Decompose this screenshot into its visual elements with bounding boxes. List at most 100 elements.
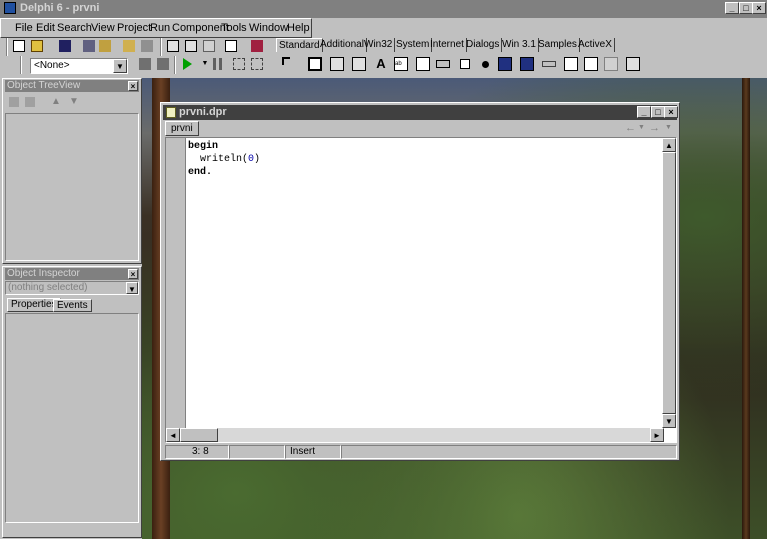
- popup-menu-icon: [352, 57, 366, 71]
- horizontal-scrollbar[interactable]: ◄ ►: [166, 428, 664, 442]
- chevron-down-icon[interactable]: ▼: [665, 124, 672, 131]
- forward-arrow-icon[interactable]: →: [649, 122, 660, 134]
- palette-radiogroup[interactable]: [582, 55, 600, 73]
- editor-maximize-button[interactable]: □: [651, 106, 665, 118]
- palette-tab-standard[interactable]: Standard: [276, 38, 323, 52]
- palette-main-menu[interactable]: [328, 55, 346, 73]
- code-editor[interactable]: begin writeln(0) end. ▲ ▼ ◄ ►: [165, 137, 677, 443]
- palette-tab-win32[interactable]: Win32: [362, 38, 396, 52]
- palette-scrollbar[interactable]: [540, 55, 558, 73]
- treeview-list[interactable]: [5, 113, 139, 261]
- palette-actionlist[interactable]: [624, 55, 642, 73]
- property-grid[interactable]: [5, 313, 139, 523]
- horizontal-scroll-thumb[interactable]: [180, 428, 218, 442]
- palette-tab-dialogs[interactable]: Dialogs: [464, 38, 503, 52]
- palette-label[interactable]: A: [372, 55, 390, 73]
- close-icon[interactable]: ×: [128, 269, 138, 279]
- maximize-button[interactable]: □: [739, 2, 753, 14]
- menu-tools[interactable]: Tools: [221, 22, 247, 34]
- menu-project[interactable]: Project: [117, 22, 151, 34]
- vertical-scrollbar[interactable]: ▲ ▼: [662, 138, 676, 428]
- debug-desktop-icon: [157, 58, 169, 70]
- status-message: [341, 445, 677, 459]
- tab-prvni[interactable]: prvni: [165, 121, 199, 136]
- palette-memo[interactable]: [414, 55, 432, 73]
- desktop-layout-combo[interactable]: <None> ▼: [30, 58, 128, 74]
- chevron-down-icon[interactable]: ▼: [638, 124, 645, 131]
- palette-edit[interactable]: ab: [392, 55, 410, 73]
- palette-tab-additional[interactable]: Additional: [318, 38, 367, 52]
- palette-panel[interactable]: [602, 55, 620, 73]
- palette-tab-internet[interactable]: Internet: [428, 38, 467, 52]
- editor-close-button[interactable]: ×: [664, 106, 678, 118]
- new-item-icon[interactable]: [9, 97, 19, 107]
- open-button[interactable]: [28, 38, 46, 54]
- palette-tab-win31[interactable]: Win 3.1: [500, 38, 539, 52]
- tab-events[interactable]: Events: [53, 299, 92, 312]
- new-button[interactable]: [10, 38, 28, 54]
- view-form-button[interactable]: [182, 38, 200, 54]
- run-play-icon: [183, 58, 192, 70]
- remove-from-project-button[interactable]: [138, 38, 156, 54]
- scroll-left-icon[interactable]: ◄: [166, 428, 180, 442]
- help-contents-button[interactable]: [248, 38, 266, 54]
- keyword: end.: [188, 167, 213, 178]
- palette-pointer[interactable]: [280, 55, 298, 73]
- save-desktop-button[interactable]: [136, 56, 154, 72]
- editor-minimize-button[interactable]: _: [637, 106, 651, 118]
- object-inspector-title: Object Inspector: [7, 268, 80, 279]
- scroll-down-icon[interactable]: ▼: [662, 414, 676, 428]
- vertical-scroll-thumb[interactable]: [662, 152, 676, 414]
- step-over-button[interactable]: [248, 56, 266, 72]
- trace-into-button[interactable]: [230, 56, 248, 72]
- palette-groupbox[interactable]: [562, 55, 580, 73]
- delphi-app-icon[interactable]: [4, 2, 16, 14]
- add-to-project-button[interactable]: [120, 38, 138, 54]
- code-text[interactable]: begin writeln(0) end.: [188, 140, 260, 179]
- view-unit-button[interactable]: [164, 38, 182, 54]
- move-up-icon[interactable]: ▲: [51, 96, 61, 107]
- palette-radiobutton[interactable]: [476, 55, 494, 73]
- menu-search[interactable]: Search: [57, 22, 92, 34]
- palette-button[interactable]: [434, 55, 452, 73]
- save-icon: [59, 40, 71, 52]
- palette-listbox[interactable]: [496, 55, 514, 73]
- palette-tab-activex[interactable]: ActiveX: [576, 38, 615, 52]
- close-button[interactable]: ×: [752, 2, 766, 14]
- toggle-form-unit-icon: [203, 40, 215, 52]
- save-all-icon: [83, 40, 95, 52]
- back-arrow-icon[interactable]: ←: [625, 122, 636, 134]
- pause-button[interactable]: [208, 56, 226, 72]
- menu-view[interactable]: View: [91, 22, 115, 34]
- close-icon[interactable]: ×: [128, 81, 138, 91]
- new-form-button[interactable]: [222, 38, 240, 54]
- toggle-form-unit-button[interactable]: [200, 38, 218, 54]
- open-project-icon: [99, 40, 111, 52]
- menu-help[interactable]: Help: [287, 22, 310, 34]
- scroll-right-icon[interactable]: ►: [650, 428, 664, 442]
- chevron-down-icon[interactable]: ▼: [113, 59, 127, 73]
- trace-into-icon: [233, 58, 245, 70]
- scroll-up-icon[interactable]: ▲: [662, 138, 676, 152]
- palette-frames[interactable]: [306, 55, 324, 73]
- menu-edit[interactable]: Edit: [36, 22, 55, 34]
- palette-checkbox[interactable]: [456, 55, 474, 73]
- editor-gutter[interactable]: [166, 138, 186, 428]
- help-book-icon: [251, 40, 263, 52]
- move-down-icon[interactable]: ▼: [69, 96, 79, 107]
- palette-tab-samples[interactable]: Samples: [536, 38, 580, 52]
- palette-popup-menu[interactable]: [350, 55, 368, 73]
- menu-window[interactable]: Window: [249, 22, 288, 34]
- save-button[interactable]: [56, 38, 74, 54]
- set-debug-desktop-button[interactable]: [154, 56, 172, 72]
- minimize-button[interactable]: _: [725, 2, 739, 14]
- chevron-down-icon[interactable]: ▼: [126, 282, 138, 294]
- view-form-icon: [185, 40, 197, 52]
- open-project-button[interactable]: [96, 38, 114, 54]
- delete-item-icon[interactable]: [25, 97, 35, 107]
- palette-tab-system[interactable]: System: [394, 38, 433, 52]
- object-selector-combo[interactable]: (nothing selected) ▼: [5, 281, 139, 295]
- menu-run[interactable]: Run: [150, 22, 170, 34]
- menu-file[interactable]: File: [15, 22, 33, 34]
- palette-combobox[interactable]: [518, 55, 536, 73]
